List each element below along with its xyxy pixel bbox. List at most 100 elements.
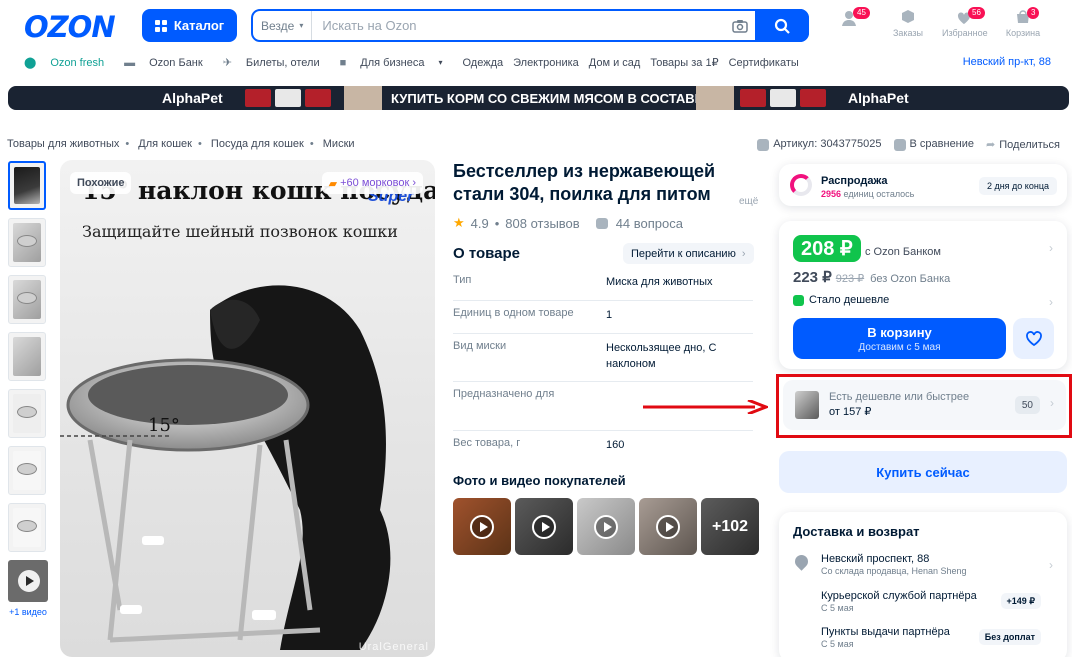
photos-more-count: +102	[701, 498, 759, 555]
nav-ozon-fresh[interactable]: ⬤ Ozon fresh	[24, 56, 114, 70]
grid-icon	[154, 19, 167, 32]
breadcrumb-item[interactable]: Товары для животных	[7, 138, 119, 150]
breadcrumb-item[interactable]: Для кошек	[138, 138, 192, 150]
search-input[interactable]	[312, 11, 725, 40]
search-bar: Везде ▾	[251, 9, 809, 42]
search-button[interactable]	[755, 9, 809, 42]
star-icon: ★	[453, 215, 465, 230]
nav-electronics[interactable]: Электроника	[513, 57, 579, 69]
profile-button[interactable]: 45	[829, 7, 873, 28]
share-icon: ➦	[986, 139, 996, 151]
card-icon: ▬	[124, 56, 136, 69]
delivery-price-tag: Без доплат	[978, 629, 1041, 645]
banner-pack	[245, 89, 271, 107]
cart-badge: 3	[1027, 7, 1040, 19]
carrots-chip[interactable]: ▰ +60 морковок ›	[321, 172, 423, 194]
breadcrumb-item[interactable]: Миски	[323, 138, 355, 150]
carrot-icon: ▰	[328, 177, 338, 190]
customer-video[interactable]	[515, 498, 573, 555]
video-count-label[interactable]: +1 видео	[8, 607, 48, 617]
rating-value: 4.9	[470, 215, 489, 231]
nav-clothes[interactable]: Одежда	[462, 57, 503, 69]
banner-slogan: КУПИТЬ КОРМ СО СВЕЖИМ МЯСОМ В СОСТАВЕ	[391, 91, 704, 106]
catalog-button[interactable]: Каталог	[142, 9, 237, 42]
camera-icon[interactable]	[725, 19, 755, 33]
thumbnail[interactable]	[8, 161, 46, 210]
delivery-address-row[interactable]: Невский проспект, 88 Со склада продавца,…	[821, 553, 1051, 576]
play-icon	[532, 515, 556, 539]
questions-link[interactable]: 44 вопроса	[616, 216, 683, 231]
promo-banner[interactable]: AlphaPet КУПИТЬ КОРМ СО СВЕЖИМ МЯСОМ В С…	[8, 86, 1069, 110]
property-key: Вес товара, г	[453, 437, 521, 449]
about-title: О товаре	[453, 245, 521, 262]
thumbnail[interactable]	[8, 446, 46, 495]
customer-video[interactable]	[453, 498, 511, 555]
add-to-cart-button[interactable]: В корзину Доставим с 5 мая	[793, 318, 1006, 359]
main-product-image[interactable]: 15° наклон кошк посуда Super Защищайте ш…	[60, 160, 435, 657]
search-scope-select[interactable]: Везде ▾	[253, 11, 313, 40]
play-icon	[656, 515, 680, 539]
ozon-logo[interactable]: OZON	[24, 10, 116, 44]
thumbnail[interactable]	[8, 218, 46, 267]
chevron-right-icon: ›	[1049, 241, 1053, 255]
thumbnail[interactable]	[8, 503, 46, 552]
thumbnail[interactable]	[8, 332, 46, 381]
nav-one-ruble[interactable]: Товары за 1₽	[650, 56, 718, 69]
rating-row[interactable]: ★ 4.9 • 808 отзывов 44 вопроса	[453, 215, 683, 231]
thumbnail[interactable]	[8, 389, 46, 438]
nav-ozon-bank[interactable]: ▬ Ozon Банк	[124, 57, 213, 69]
nav-certificates[interactable]: Сертификаты	[729, 57, 799, 69]
heart-icon: 56	[952, 7, 985, 26]
regular-price: 223 ₽923 ₽ без Ozon Банка	[793, 268, 950, 286]
sale-stock: 2956 единиц осталось	[821, 189, 914, 199]
delivery-option-pickup[interactable]: Пункты выдачи партнёра С 5 мая Без допла…	[821, 626, 1051, 649]
banner-photo	[344, 86, 382, 110]
customer-photos-more[interactable]: +102	[701, 498, 759, 555]
favorites-button[interactable]: 56 Избранное	[942, 7, 988, 38]
sale-left-label: единиц осталось	[843, 189, 915, 199]
go-to-description-label: Перейти к описанию	[631, 247, 736, 260]
copy-icon	[757, 138, 770, 151]
sale-deadline-badge: 2 дня до конца	[978, 177, 1057, 195]
favorites-badge: 56	[968, 7, 985, 19]
delivery-address: Невский проспект, 88	[821, 553, 930, 565]
breadcrumb-item[interactable]: Посуда для кошек	[211, 138, 304, 150]
nav-home-garden[interactable]: Дом и сад	[589, 57, 641, 69]
banner-brand-right: AlphaPet	[848, 90, 909, 106]
compare-button[interactable]: В сравнение	[893, 138, 974, 151]
property-key: Тип	[453, 274, 472, 286]
favorite-button[interactable]	[1013, 318, 1054, 359]
delivery-option-courier[interactable]: Курьерской службой партнёра С 5 мая +149…	[821, 590, 1051, 613]
price-dropped-row[interactable]: Стало дешевле	[793, 294, 889, 306]
play-icon	[18, 570, 40, 592]
heart-icon	[1025, 330, 1042, 346]
nav-tickets[interactable]: ✈ Билеты, отели	[223, 56, 330, 70]
property-key: Вид миски	[453, 340, 507, 352]
property-value: 1	[606, 309, 613, 321]
customer-video[interactable]	[639, 498, 697, 555]
nav-label: Для бизнеса	[360, 56, 425, 69]
similar-chip[interactable]: Похожие	[70, 172, 132, 194]
buy-now-button[interactable]: Купить сейчас	[779, 451, 1067, 493]
favorites-label: Избранное	[942, 28, 988, 38]
go-to-description-button[interactable]: Перейти к описанию ›	[623, 243, 754, 264]
customer-video[interactable]	[577, 498, 635, 555]
property-row: Вид миски Нескользящее дно, С наклоном	[453, 334, 753, 382]
orders-button[interactable]: Заказы	[886, 8, 930, 38]
thumbnail[interactable]	[8, 275, 46, 324]
title-more-link[interactable]: ещё	[731, 190, 759, 213]
cart-icon: 3	[1011, 7, 1040, 26]
article-number[interactable]: Артикул: 3043775025	[757, 138, 882, 151]
chevron-down-icon: ▾	[438, 58, 443, 67]
nav-business[interactable]: ■ Для бизнеса ▾	[340, 57, 453, 69]
gallery-thumbnails: +1 видео	[8, 161, 48, 617]
delivery-address-link[interactable]: Невский пр-кт, 88	[963, 56, 1051, 68]
old-price: 923 ₽	[835, 273, 865, 285]
share-button[interactable]: ➦ Поделиться	[986, 138, 1060, 151]
video-thumbnail[interactable]	[8, 560, 48, 602]
regular-price-value: 223 ₽	[793, 269, 832, 286]
ozon-card-price[interactable]: 208 ₽	[793, 235, 861, 262]
cart-button[interactable]: 3 Корзина	[1001, 7, 1045, 38]
reviews-link[interactable]: 808 отзывов	[505, 216, 579, 231]
sale-card[interactable]: Распродажа 2956 единиц осталось 2 дня до…	[779, 164, 1067, 206]
